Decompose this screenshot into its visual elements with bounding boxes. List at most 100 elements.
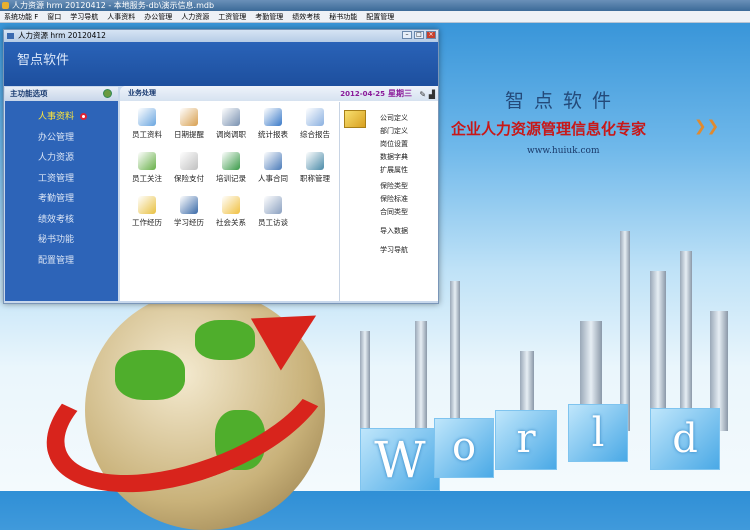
function-label: 培训记录 xyxy=(216,174,246,183)
sidebar-item-hr[interactable]: 人力资源 xyxy=(5,148,118,169)
maximize-button[interactable]: □ xyxy=(414,31,424,39)
function-label: 员工访谈 xyxy=(258,218,288,227)
sidebar-header: 主功能选项 xyxy=(5,87,118,101)
menu-performance[interactable]: 绩效考核 xyxy=(292,11,320,22)
app-icon xyxy=(2,2,9,9)
menu-secretary[interactable]: 秘书功能 xyxy=(329,11,357,22)
app-title: 人力资源 hrm 20120412 - 本地服务-db\演示信息.mdb xyxy=(12,1,215,10)
sidebar-item-office[interactable]: 办公管理 xyxy=(5,128,118,149)
sidebar-item-label: 人事资料 xyxy=(38,112,75,122)
function-icon xyxy=(138,196,156,214)
window-title: 人力资源 hrm 20120412 xyxy=(18,31,106,40)
function-icon xyxy=(222,108,240,126)
date: 2012-04-25 xyxy=(340,90,385,98)
window-titlebar[interactable]: 人力资源 hrm 20120412 – □ × xyxy=(4,30,438,42)
quick-link[interactable]: 部门定义 xyxy=(380,126,408,136)
sidebar-item-personnel[interactable]: 人事资料 xyxy=(5,107,118,128)
weekday: 星期三 xyxy=(388,89,412,98)
function-label: 社会关系 xyxy=(216,218,246,227)
world-cube: W xyxy=(360,428,440,491)
bg-slogan: 企业人力资源管理信息化专家 xyxy=(451,120,647,138)
building xyxy=(680,251,692,431)
quick-link[interactable]: 数据字典 xyxy=(380,152,408,162)
function-tile[interactable]: 员工资料 xyxy=(126,108,168,140)
function-label: 保险支付 xyxy=(174,174,204,183)
function-tile[interactable]: 综合报告 xyxy=(294,108,336,140)
quick-link[interactable]: 合同类型 xyxy=(380,207,408,217)
function-tile[interactable]: 员工访谈 xyxy=(252,196,294,228)
quick-link[interactable]: 导入数据 xyxy=(380,226,408,236)
building xyxy=(650,271,666,431)
menu-hr[interactable]: 人力资源 xyxy=(181,11,209,22)
sidebar-item-attendance[interactable]: 考勤管理 xyxy=(5,189,118,210)
menu-bar: 系统功能 F 窗口 学习导航 人事资料 办公管理 人力资源 工资管理 考勤管理 … xyxy=(0,11,750,23)
quick-link[interactable]: 公司定义 xyxy=(380,113,408,123)
building xyxy=(620,231,630,431)
function-label: 员工关注 xyxy=(132,174,162,183)
menu-config[interactable]: 配置管理 xyxy=(366,11,394,22)
function-tile[interactable]: 调岗调职 xyxy=(210,108,252,140)
world-cube: r xyxy=(495,410,557,470)
sidebar-title: 主功能选项 xyxy=(10,89,48,98)
date-display: 2012-04-25 星期三 xyxy=(340,86,412,102)
function-label: 综合报告 xyxy=(300,130,330,139)
close-button[interactable]: × xyxy=(426,31,436,39)
sidebar-item-salary[interactable]: 工资管理 xyxy=(5,169,118,190)
function-icon xyxy=(222,152,240,170)
function-icon xyxy=(180,196,198,214)
menu-study-nav[interactable]: 学习导航 xyxy=(70,11,98,22)
building xyxy=(360,331,370,431)
function-icon xyxy=(180,152,198,170)
minimize-button[interactable]: – xyxy=(402,31,412,39)
building xyxy=(415,321,427,431)
toolbar-icons[interactable]: ✎ ▟ xyxy=(419,87,435,102)
panel-title: 业务处理 xyxy=(128,89,156,97)
world-cube: l xyxy=(568,404,628,462)
function-label: 员工资料 xyxy=(132,130,162,139)
function-label: 职称管理 xyxy=(300,174,330,183)
menu-office[interactable]: 办公管理 xyxy=(144,11,172,22)
sidebar-item-config[interactable]: 配置管理 xyxy=(5,251,118,272)
function-label: 日期提醒 xyxy=(174,130,204,139)
quick-link[interactable]: 保险标准 xyxy=(380,194,408,204)
world-cube: o xyxy=(434,418,494,478)
building xyxy=(450,281,460,431)
gear-icon[interactable] xyxy=(103,89,112,98)
function-tile[interactable]: 日期提醒 xyxy=(168,108,210,140)
quick-link[interactable]: 保险类型 xyxy=(380,181,408,191)
menu-window[interactable]: 窗口 xyxy=(47,11,61,22)
function-grid: 员工资料 日期提醒 调岗调职 统计报表 综合报告员工关注 保险支付 培训记录 人事合同 职称管理… xyxy=(126,108,336,228)
function-tile[interactable]: 学习经历 xyxy=(168,196,210,228)
function-tile[interactable]: 工作经历 xyxy=(126,196,168,228)
panel-header: 业务处理 2012-04-25 星期三 ✎ ▟ xyxy=(120,86,438,101)
sidebar: 主功能选项 人事资料 办公管理 人力资源 工资管理 考勤管理 绩效考核 秘书功能… xyxy=(5,87,118,301)
function-tile[interactable]: 职称管理 xyxy=(294,152,336,184)
function-icon xyxy=(264,196,282,214)
quick-links-panel: 公司定义部门定义岗位设置数据字典扩展属性保险类型保险标准合同类型导入数据学习导航 xyxy=(339,102,438,301)
function-tile[interactable]: 人事合同 xyxy=(252,152,294,184)
function-tile[interactable]: 社会关系 xyxy=(210,196,252,228)
window-header: 智点软件 xyxy=(4,42,438,86)
sidebar-item-performance[interactable]: 绩效考核 xyxy=(5,210,118,231)
quick-link[interactable]: 扩展属性 xyxy=(380,165,408,175)
bg-company: 智点软件 xyxy=(505,90,622,112)
function-label: 统计报表 xyxy=(258,130,288,139)
menu-attendance[interactable]: 考勤管理 xyxy=(255,11,283,22)
quick-link[interactable]: 岗位设置 xyxy=(380,139,408,149)
function-tile[interactable]: 统计报表 xyxy=(252,108,294,140)
menu-personnel[interactable]: 人事资料 xyxy=(107,11,135,22)
quick-link[interactable]: 学习导航 xyxy=(380,245,408,255)
business-panel: 业务处理 2012-04-25 星期三 ✎ ▟ 员工资料 日期提醒 调岗调职 统计报表 综… xyxy=(120,86,438,301)
function-label: 学习经历 xyxy=(174,218,204,227)
function-icon xyxy=(180,108,198,126)
sidebar-item-secretary[interactable]: 秘书功能 xyxy=(5,230,118,251)
function-icon xyxy=(264,108,282,126)
menu-system[interactable]: 系统功能 F xyxy=(4,11,38,22)
app-titlebar: 人力资源 hrm 20120412 - 本地服务-db\演示信息.mdb xyxy=(0,0,750,11)
function-tile[interactable]: 员工关注 xyxy=(126,152,168,184)
menu-salary[interactable]: 工资管理 xyxy=(218,11,246,22)
bg-arrows-icon: ❯❯ xyxy=(694,117,720,135)
function-tile[interactable]: 培训记录 xyxy=(210,152,252,184)
function-icon xyxy=(306,108,324,126)
function-tile[interactable]: 保险支付 xyxy=(168,152,210,184)
